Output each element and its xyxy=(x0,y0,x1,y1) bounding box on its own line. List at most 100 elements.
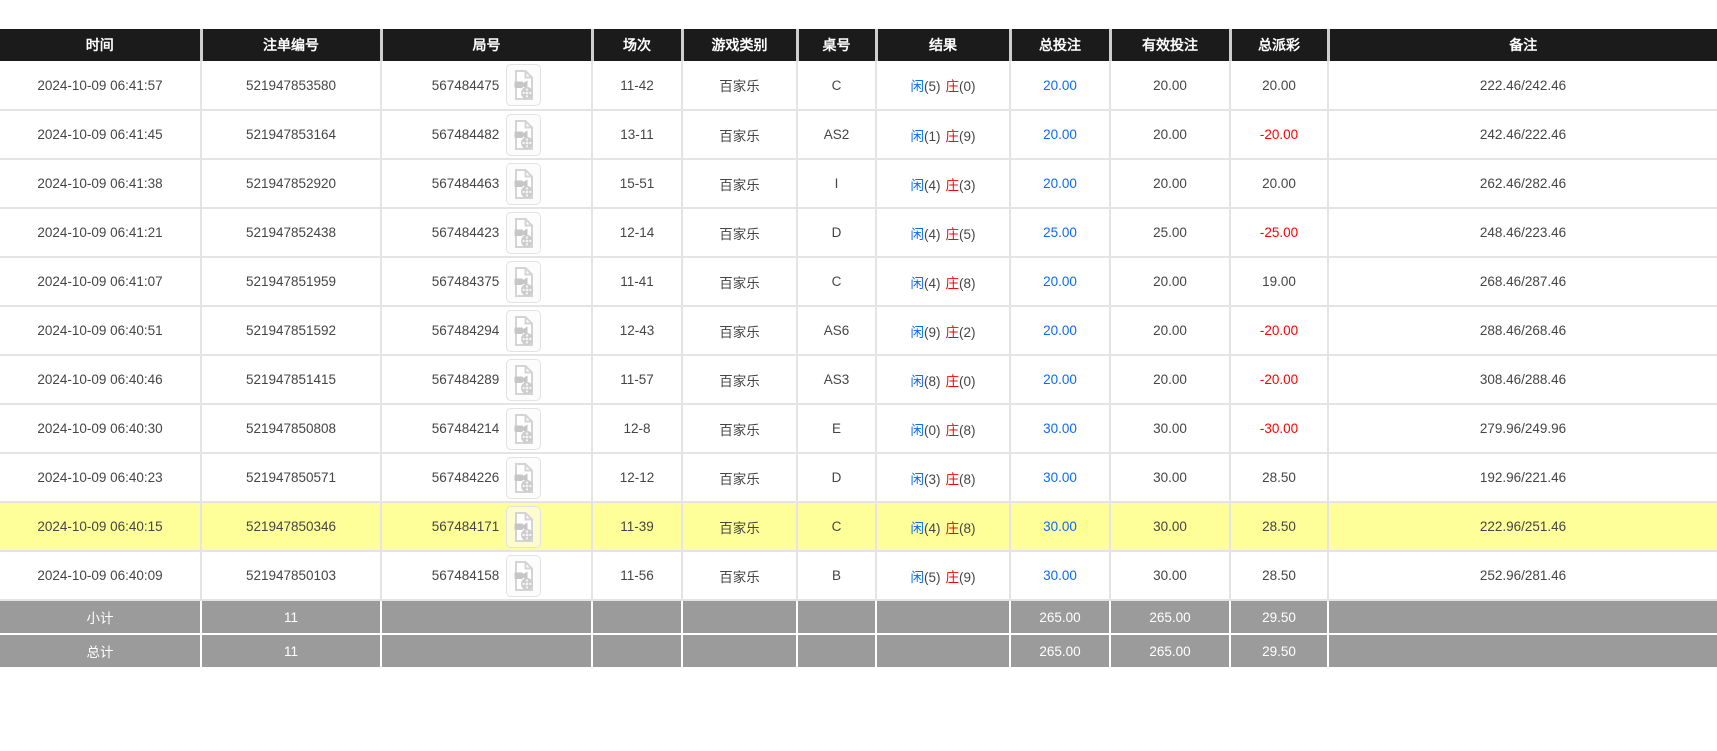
result-banker-count: (0) xyxy=(959,373,976,389)
video-replay-icon[interactable] xyxy=(506,456,542,499)
video-replay-icon[interactable] xyxy=(506,554,542,597)
result-banker-label: 庄 xyxy=(945,275,960,291)
subtotal-count: 11 xyxy=(201,600,382,635)
col-header-table-no: 桌号 xyxy=(797,29,878,61)
table-no-cell: I xyxy=(797,159,877,209)
result-player-count: (9) xyxy=(924,324,941,340)
result-cell: 闲(4) 庄(5) xyxy=(876,208,1011,258)
total-valid-bet: 265.00 xyxy=(1110,634,1231,669)
table-row: 2024-10-09 06:40:46 521947851415 5674842… xyxy=(0,355,1717,405)
table-row: 2024-10-09 06:41:21 521947852438 5674844… xyxy=(0,208,1717,258)
video-replay-icon[interactable] xyxy=(506,309,542,352)
result-cell: 闲(5) 庄(9) xyxy=(876,551,1011,601)
result-player-label: 闲 xyxy=(910,177,925,193)
result-banker-count: (9) xyxy=(959,569,976,585)
table-no-cell: E xyxy=(797,404,877,454)
payout-cell: -20.00 xyxy=(1230,355,1329,405)
video-replay-icon[interactable] xyxy=(506,162,542,205)
bet-no-cell: 521947850103 xyxy=(201,551,382,601)
video-replay-icon[interactable] xyxy=(506,211,542,254)
result-banker-label: 庄 xyxy=(945,520,960,536)
round-no-value: 567484423 xyxy=(431,225,500,240)
table-row: 2024-10-09 06:40:30 521947850808 5674842… xyxy=(0,404,1717,454)
total-bet-cell: 20.00 xyxy=(1010,306,1111,356)
total-bet-cell: 30.00 xyxy=(1010,404,1111,454)
time-cell: 2024-10-09 06:41:38 xyxy=(0,159,202,209)
video-replay-icon[interactable] xyxy=(506,505,542,548)
round-no-value: 567484475 xyxy=(431,77,500,93)
total-bet-cell: 20.00 xyxy=(1010,159,1111,209)
time-cell: 2024-10-09 06:41:07 xyxy=(0,257,202,307)
bet-no-cell: 521947853164 xyxy=(201,110,382,160)
total-bet-cell: 30.00 xyxy=(1010,453,1111,503)
valid-bet-cell: 30.00 xyxy=(1110,502,1231,552)
result-cell: 闲(1) 庄(9) xyxy=(876,110,1011,160)
session-cell: 12-43 xyxy=(592,306,683,356)
payout-cell: 20.00 xyxy=(1230,159,1329,209)
session-cell: 13-11 xyxy=(592,110,683,160)
table-row: 2024-10-09 06:40:51 521947851592 5674842… xyxy=(0,306,1717,356)
round-no-cell: 567484289 xyxy=(381,355,593,405)
remark-cell: 262.46/282.46 xyxy=(1328,159,1717,209)
remark-cell: 248.46/223.46 xyxy=(1328,208,1717,258)
col-header-time: 时间 xyxy=(0,29,203,61)
result-player-count: (1) xyxy=(924,128,941,144)
valid-bet-cell: 30.00 xyxy=(1110,404,1231,454)
result-banker-count: (9) xyxy=(959,128,976,144)
table-footer: 小计 11 265.00 265.00 29.50 总计 11 265.00 2… xyxy=(0,600,1717,669)
result-player-count: (8) xyxy=(924,373,941,389)
total-row: 总计 11 265.00 265.00 29.50 xyxy=(0,634,1717,669)
round-no-value: 567484171 xyxy=(431,519,500,534)
payout-cell: -30.00 xyxy=(1230,404,1329,454)
remark-cell: 268.46/287.46 xyxy=(1328,257,1717,307)
round-no-cell: 567484475 xyxy=(381,61,593,111)
result-player-count: (4) xyxy=(924,275,941,291)
video-replay-icon[interactable] xyxy=(506,260,542,303)
total-bet-cell: 20.00 xyxy=(1010,257,1111,307)
result-cell: 闲(4) 庄(3) xyxy=(876,159,1011,209)
remark-cell: 242.46/222.46 xyxy=(1328,110,1717,160)
round-no-value: 567484289 xyxy=(431,372,500,387)
valid-bet-cell: 30.00 xyxy=(1110,453,1231,503)
result-player-label: 闲 xyxy=(910,373,925,389)
payout-cell: -25.00 xyxy=(1230,208,1329,258)
time-cell: 2024-10-09 06:41:21 xyxy=(0,208,202,258)
col-header-remark: 备注 xyxy=(1328,29,1717,61)
table-row: 2024-10-09 06:41:38 521947852920 5674844… xyxy=(0,159,1717,209)
table-no-cell: D xyxy=(797,208,877,258)
video-replay-icon[interactable] xyxy=(506,407,542,450)
result-cell: 闲(5) 庄(0) xyxy=(876,61,1011,111)
result-player-count: (4) xyxy=(924,520,941,536)
payout-cell: -20.00 xyxy=(1230,110,1329,160)
result-banker-label: 庄 xyxy=(945,226,960,242)
game-type-cell: 百家乐 xyxy=(682,208,798,258)
table-no-cell: AS6 xyxy=(797,306,877,356)
video-replay-icon[interactable] xyxy=(506,358,542,401)
payout-cell: 19.00 xyxy=(1230,257,1329,307)
total-bet-cell: 20.00 xyxy=(1010,355,1111,405)
remark-cell: 252.96/281.46 xyxy=(1328,551,1717,601)
payout-cell: -20.00 xyxy=(1230,306,1329,356)
total-bet-cell: 25.00 xyxy=(1010,208,1111,258)
result-banker-count: (0) xyxy=(959,79,976,94)
result-banker-label: 庄 xyxy=(945,177,960,193)
table-row: 2024-10-09 06:40:23 521947850571 5674842… xyxy=(0,453,1717,503)
bet-no-cell: 521947851415 xyxy=(201,355,382,405)
round-no-cell: 567484463 xyxy=(381,159,593,209)
session-cell: 12-14 xyxy=(592,208,683,258)
payout-cell: 28.50 xyxy=(1230,502,1329,552)
round-no-cell: 567484158 xyxy=(381,551,593,601)
total-bet-cell: 30.00 xyxy=(1010,551,1111,601)
table-no-cell: D xyxy=(797,453,877,503)
table-row: 2024-10-09 06:41:07 521947851959 5674843… xyxy=(0,257,1717,307)
result-player-label: 闲 xyxy=(910,79,925,94)
video-replay-icon[interactable] xyxy=(506,64,542,106)
round-no-cell: 567484423 xyxy=(381,208,593,258)
time-cell: 2024-10-09 06:40:46 xyxy=(0,355,202,405)
table-no-cell: B xyxy=(797,551,877,601)
result-banker-count: (8) xyxy=(959,275,976,291)
video-replay-icon[interactable] xyxy=(506,113,542,156)
session-cell: 15-51 xyxy=(592,159,683,209)
session-cell: 12-12 xyxy=(592,453,683,503)
result-banker-label: 庄 xyxy=(945,373,960,389)
